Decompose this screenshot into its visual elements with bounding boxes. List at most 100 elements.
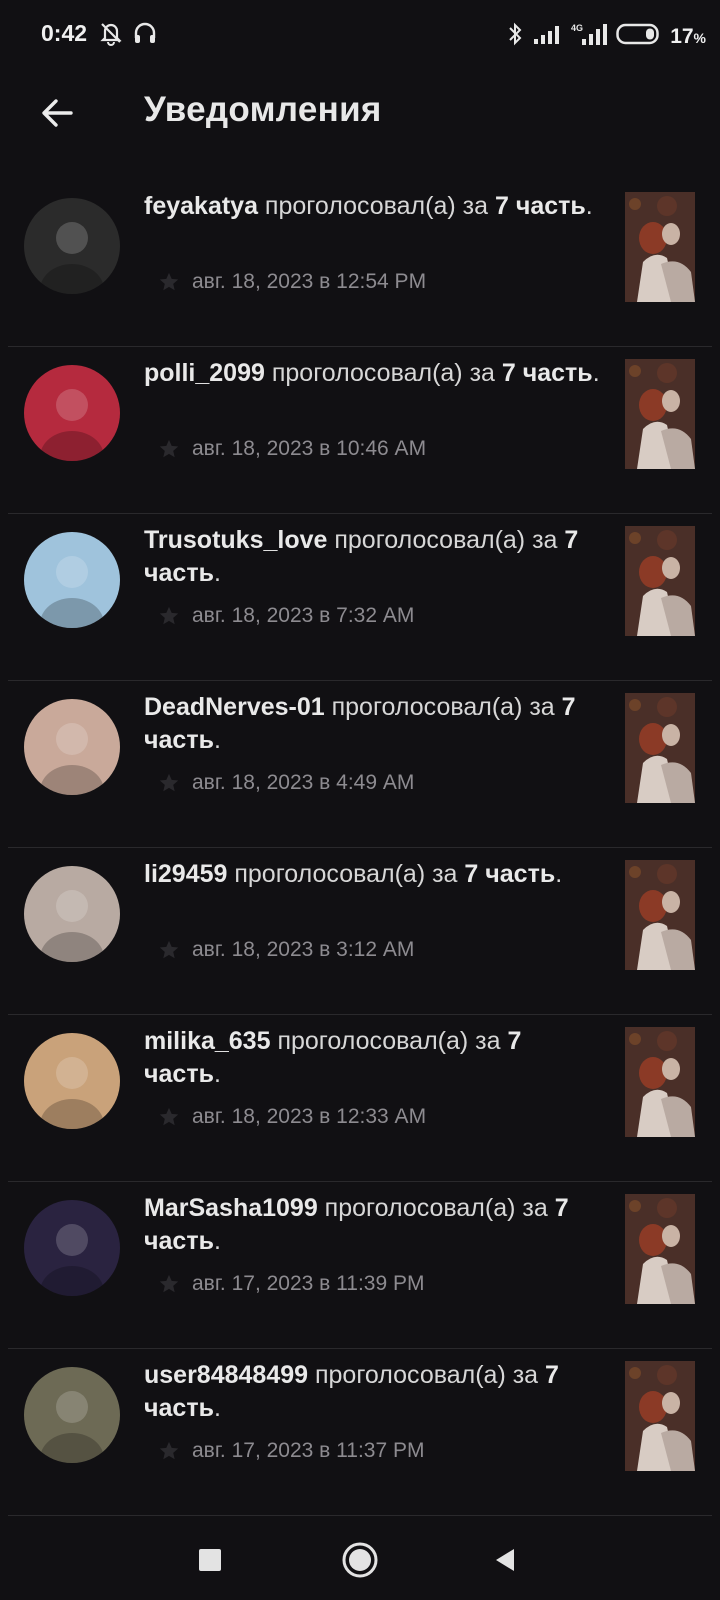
- username-link[interactable]: polli_2099: [144, 359, 265, 387]
- action-text: проголосовал(а) за: [308, 1361, 546, 1389]
- story-cover-thumbnail[interactable]: [625, 1027, 695, 1137]
- star-icon: [158, 939, 180, 961]
- star-icon: [158, 1273, 180, 1295]
- notification-meta: авг. 17, 2023 в 11:39 PM: [158, 1272, 425, 1296]
- notification-date: авг. 18, 2023 в 12:54 PM: [192, 270, 427, 293]
- notification-meta: авг. 18, 2023 в 4:49 AM: [158, 771, 414, 795]
- notification-meta: авг. 17, 2023 в 11:37 PM: [158, 1439, 425, 1463]
- app-bar: Уведомления: [0, 72, 720, 160]
- user-avatar[interactable]: [24, 1033, 120, 1129]
- story-cover-thumbnail[interactable]: [625, 359, 695, 469]
- action-text: проголосовал(а) за: [257, 192, 495, 220]
- notification-text: user84848499 проголосовал(а) за 7 часть.: [144, 1359, 604, 1425]
- story-cover-thumbnail[interactable]: [625, 693, 695, 803]
- square-icon: [199, 1549, 221, 1571]
- star-icon: [158, 1440, 180, 1462]
- story-cover-thumbnail[interactable]: [625, 860, 695, 970]
- notification-date: авг. 17, 2023 в 11:39 PM: [192, 1272, 425, 1295]
- row-divider: [8, 1515, 712, 1516]
- username-link[interactable]: Trusotuks_love: [144, 526, 327, 554]
- suffix-text: .: [213, 559, 221, 587]
- status-right: 4G 17%: [506, 21, 706, 52]
- notification-text: Trusotuks_love проголосовал(а) за 7 част…: [144, 524, 604, 590]
- story-cover-thumbnail[interactable]: [625, 192, 695, 302]
- notification-date: авг. 18, 2023 в 10:46 AM: [192, 437, 427, 460]
- triangle-back-icon: [496, 1549, 514, 1571]
- notification-item[interactable]: polli_2099 проголосовал(а) за 7 часть. а…: [0, 347, 720, 514]
- notification-item[interactable]: Trusotuks_love проголосовал(а) за 7 част…: [0, 514, 720, 681]
- notification-meta: авг. 18, 2023 в 12:54 PM: [158, 270, 426, 294]
- notification-meta: авг. 18, 2023 в 7:32 AM: [158, 604, 414, 628]
- notification-text: DeadNerves-01 проголосовал(а) за 7 часть…: [144, 691, 604, 757]
- star-icon: [158, 438, 180, 460]
- notification-date: авг. 18, 2023 в 3:12 AM: [192, 938, 415, 961]
- suffix-text: .: [213, 1060, 221, 1088]
- user-avatar[interactable]: [24, 1367, 120, 1463]
- notification-meta: авг. 18, 2023 в 3:12 AM: [158, 938, 414, 962]
- suffix-text: .: [213, 726, 221, 754]
- arrow-left-icon: [42, 99, 73, 127]
- battery-icon: [616, 23, 662, 50]
- username-link[interactable]: li29459: [144, 860, 227, 888]
- user-avatar[interactable]: [24, 699, 120, 795]
- action-text: проголосовал(а) за: [270, 1027, 508, 1055]
- suffix-text: .: [585, 192, 593, 220]
- user-avatar[interactable]: [24, 198, 120, 294]
- notification-item[interactable]: milika_635 проголосовал(а) за 7 часть. а…: [0, 1015, 720, 1182]
- home-button[interactable]: [334, 1534, 386, 1586]
- part-link[interactable]: 7 часть: [495, 192, 586, 220]
- notifications-list: feyakatya проголосовал(а) за 7 часть. ав…: [0, 180, 720, 1516]
- username-link[interactable]: feyakatya: [144, 192, 258, 220]
- user-avatar[interactable]: [24, 866, 120, 962]
- star-icon: [158, 1106, 180, 1128]
- notification-item[interactable]: DeadNerves-01 проголосовал(а) за 7 часть…: [0, 681, 720, 848]
- notification-text: li29459 проголосовал(а) за 7 часть.: [144, 858, 604, 891]
- username-link[interactable]: milika_635: [144, 1027, 271, 1055]
- bluetooth-icon: [506, 21, 524, 52]
- story-cover-thumbnail[interactable]: [625, 1361, 695, 1471]
- star-icon: [158, 271, 180, 293]
- username-link[interactable]: MarSasha1099: [144, 1194, 318, 1222]
- notification-item[interactable]: feyakatya проголосовал(а) за 7 часть. ав…: [0, 180, 720, 347]
- notification-item[interactable]: MarSasha1099 проголосовал(а) за 7 часть.…: [0, 1182, 720, 1349]
- notification-meta: авг. 18, 2023 в 10:46 AM: [158, 437, 426, 461]
- user-avatar[interactable]: [24, 1200, 120, 1296]
- signal-4g-icon: 4G: [570, 22, 608, 51]
- circle-icon: [342, 1542, 378, 1578]
- user-avatar[interactable]: [24, 365, 120, 461]
- notification-item[interactable]: user84848499 проголосовал(а) за 7 часть.…: [0, 1349, 720, 1516]
- recents-button[interactable]: [184, 1534, 236, 1586]
- notification-text: MarSasha1099 проголосовал(а) за 7 часть.: [144, 1192, 604, 1258]
- part-link[interactable]: 7 часть: [464, 860, 555, 888]
- action-text: проголосовал(а) за: [327, 526, 565, 554]
- story-cover-thumbnail[interactable]: [625, 1194, 695, 1304]
- headphones-icon: [132, 20, 158, 51]
- action-text: проголосовал(а) за: [227, 860, 465, 888]
- action-text: проголосовал(а) за: [324, 693, 562, 721]
- back-nav-button[interactable]: [480, 1534, 532, 1586]
- suffix-text: .: [555, 860, 563, 888]
- battery-percent: 17%: [670, 24, 706, 48]
- notification-item[interactable]: li29459 проголосовал(а) за 7 часть. авг.…: [0, 848, 720, 1015]
- action-text: проголосовал(а) за: [264, 359, 502, 387]
- system-nav-bar: [0, 1520, 720, 1600]
- bell-muted-icon: [98, 20, 124, 51]
- user-avatar[interactable]: [24, 532, 120, 628]
- notification-meta: авг. 18, 2023 в 12:33 AM: [158, 1105, 426, 1129]
- notification-date: авг. 18, 2023 в 7:32 AM: [192, 604, 415, 627]
- notification-date: авг. 18, 2023 в 4:49 AM: [192, 771, 415, 794]
- suffix-text: .: [213, 1227, 221, 1255]
- star-icon: [158, 772, 180, 794]
- suffix-text: .: [592, 359, 600, 387]
- story-cover-thumbnail[interactable]: [625, 526, 695, 636]
- suffix-text: .: [213, 1394, 221, 1422]
- notification-date: авг. 17, 2023 в 11:37 PM: [192, 1439, 425, 1462]
- username-link[interactable]: user84848499: [144, 1361, 308, 1389]
- status-time: 0:42: [41, 20, 88, 46]
- username-link[interactable]: DeadNerves-01: [144, 693, 325, 721]
- back-button[interactable]: [34, 90, 80, 136]
- part-link[interactable]: 7 часть: [502, 359, 593, 387]
- signal-icon: [532, 23, 562, 50]
- page-title: Уведомления: [144, 90, 382, 129]
- notification-date: авг. 18, 2023 в 12:33 AM: [192, 1105, 427, 1128]
